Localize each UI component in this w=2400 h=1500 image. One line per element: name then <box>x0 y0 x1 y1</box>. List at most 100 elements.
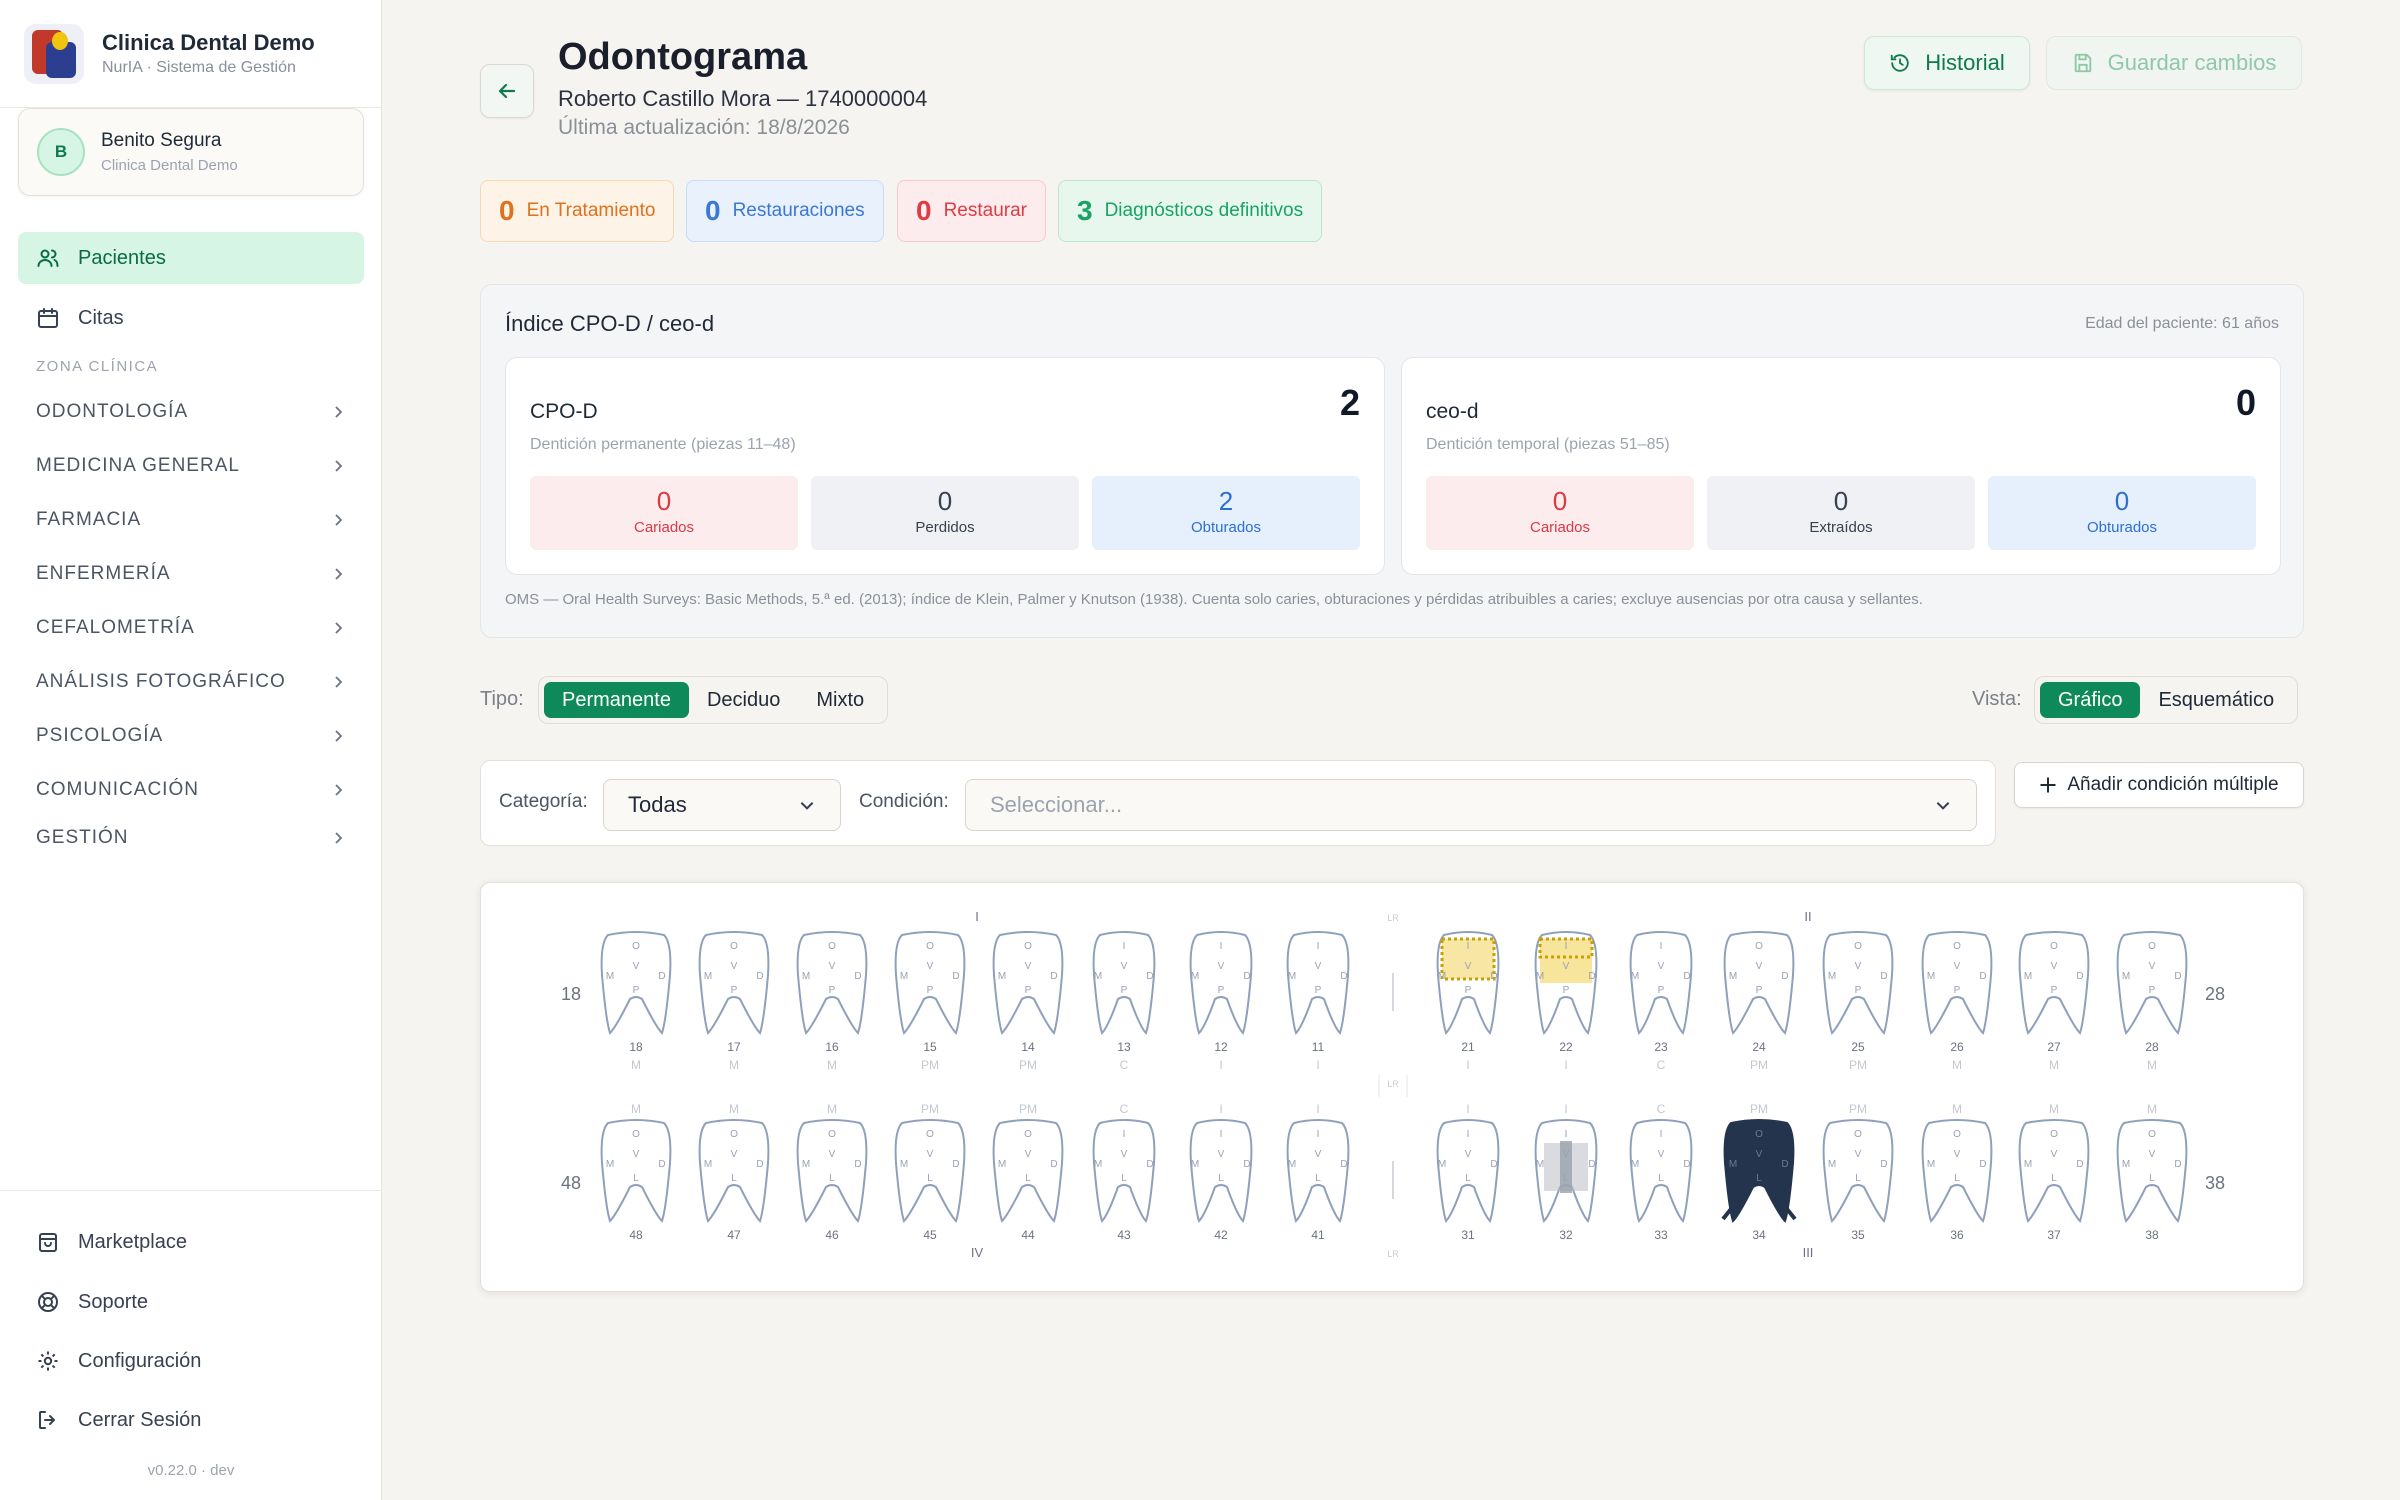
category-farmacia[interactable]: FARMACIA <box>36 500 346 540</box>
tooth-25[interactable]: OV M D P 25 PM <box>1822 931 1894 1072</box>
tooth-43[interactable]: IV M D L 43 C <box>1092 1102 1156 1242</box>
user-name: Benito Segura <box>101 130 222 151</box>
surface-label: V <box>829 1149 836 1160</box>
tooth-type: M <box>2147 1058 2157 1072</box>
surface-label: I <box>1123 941 1126 952</box>
tooth-type: C <box>1657 1102 1666 1116</box>
tooth-14[interactable]: OV M D P 14 PM <box>992 931 1064 1072</box>
surface-label: V <box>1954 961 1961 972</box>
category-gestion[interactable]: GESTIÓN <box>36 818 346 858</box>
surface-label: P <box>2051 985 2058 996</box>
tooth-33[interactable]: IV M D L 33 C <box>1629 1102 1693 1242</box>
tooth-12[interactable]: IVM DP12I <box>1189 931 1253 1072</box>
surface-label: M <box>1536 971 1544 982</box>
category-medicina-general[interactable]: MEDICINA GENERAL <box>36 446 346 486</box>
nav-item-pacientes[interactable]: Pacientes <box>18 232 364 284</box>
tooth-24[interactable]: OV M D P 24 PM <box>1723 931 1795 1072</box>
surface-label: D <box>658 971 665 982</box>
stat-obturados: 2 Obturados <box>1092 476 1360 550</box>
tooth-47[interactable]: OV M D L 47 M <box>698 1102 770 1242</box>
category-cefalometria[interactable]: CEFALOMETRÍA <box>36 608 346 648</box>
surface-label: L <box>2051 1173 2057 1184</box>
tooth-23[interactable]: IV M D P 23 C <box>1629 931 1693 1072</box>
history-button[interactable]: Historial <box>1864 36 2030 90</box>
surface-label: L <box>731 1173 737 1184</box>
tooth-type: M <box>2049 1058 2059 1072</box>
chip-restauraciones[interactable]: 0 Restauraciones <box>686 180 884 242</box>
category-select[interactable]: Todas <box>603 779 841 831</box>
tooth-number: 28 <box>2145 1040 2159 1054</box>
tooth-number: 23 <box>1654 1040 1668 1054</box>
category-label: ANÁLISIS FOTOGRÁFICO <box>36 671 286 692</box>
tooth-45[interactable]: OV M D L 45 PM <box>894 1102 966 1242</box>
nav-item-cerrar-sesion[interactable]: Cerrar Sesión <box>18 1394 364 1446</box>
user-card[interactable]: B Benito Segura Clinica Dental Demo <box>18 108 364 196</box>
back-button[interactable] <box>480 64 534 118</box>
tooth-number: 35 <box>1851 1228 1865 1242</box>
tooth-11[interactable]: IVM DP11I <box>1286 931 1350 1072</box>
brand[interactable]: Clinica Dental Demo NurIA · Sistema de G… <box>0 0 381 108</box>
nav-item-configuracion[interactable]: Configuración <box>18 1335 364 1387</box>
tooth-type: C <box>1120 1102 1129 1116</box>
tooth-38[interactable]: OV M D L 38 M <box>2116 1102 2188 1242</box>
tooth-number: 43 <box>1117 1228 1131 1242</box>
tooth-type: M <box>631 1102 641 1116</box>
chip-restaurar[interactable]: 0 Restaurar <box>897 180 1046 242</box>
category-odontologia[interactable]: ODONTOLOGÍA <box>36 392 346 432</box>
ceod-card: ceo-d Dentición temporal (piezas 51–85) … <box>1401 357 2281 575</box>
surface-label: M <box>704 971 712 982</box>
tooth-15[interactable]: OV M D P 15 PM <box>894 931 966 1072</box>
tooth-13[interactable]: IV M D P 13 C <box>1092 931 1156 1072</box>
tooth-37[interactable]: OV M D L 37 M <box>2018 1102 2090 1242</box>
category-analisis-fotografico[interactable]: ANÁLISIS FOTOGRÁFICO <box>36 662 346 702</box>
tooth-17[interactable]: OV M D P 17 M <box>698 931 770 1072</box>
type-option-permanente[interactable]: Permanente <box>544 682 689 718</box>
tooth-41[interactable]: IVM DL41I <box>1286 1102 1350 1242</box>
tooth-36[interactable]: OV M D L 36 M <box>1921 1102 1993 1242</box>
chip-diagnosticos[interactable]: 3 Diagnósticos definitivos <box>1058 180 1323 242</box>
tooth-16[interactable]: OV M D P 16 M <box>796 931 868 1072</box>
tooth-number: 32 <box>1559 1228 1573 1242</box>
save-button[interactable]: Guardar cambios <box>2046 36 2302 90</box>
tooth-35[interactable]: OV M D L 35 PM <box>1822 1102 1894 1242</box>
type-option-mixto[interactable]: Mixto <box>798 682 882 718</box>
tooth-42[interactable]: IVM DL42I <box>1189 1102 1253 1242</box>
add-multiple-condition-button[interactable]: Añadir condición múltiple <box>2014 762 2304 808</box>
tooth-46[interactable]: OV M D L 46 M <box>796 1102 868 1242</box>
surface-label: I <box>1220 941 1223 952</box>
surface-label: M <box>802 1159 810 1170</box>
type-option-deciduo[interactable]: Deciduo <box>689 682 798 718</box>
chip-en-tratamiento[interactable]: 0 En Tratamiento <box>480 180 675 242</box>
category-enfermeria[interactable]: ENFERMERÍA <box>36 554 346 594</box>
surface-label: M <box>998 971 1006 982</box>
view-option-grafico[interactable]: Gráfico <box>2040 682 2141 718</box>
tooth-22[interactable]: IVM DP22I <box>1534 931 1598 1072</box>
tooth-28[interactable]: OV M D P 28 M <box>2116 931 2188 1072</box>
tooth-26[interactable]: OV M D P 26 M <box>1921 931 1993 1072</box>
category-psicologia[interactable]: PSICOLOGÍA <box>36 716 346 756</box>
surface-label: D <box>952 1159 959 1170</box>
category-comunicacion[interactable]: COMUNICACIÓN <box>36 770 346 810</box>
tooth-34[interactable]: OV M D L 34 PM <box>1721 1102 1797 1242</box>
tooth-18[interactable]: OV M D P 18 M <box>600 931 672 1072</box>
view-option-esquematico[interactable]: Esquemático <box>2140 682 2292 718</box>
surface-label: V <box>1025 1149 1032 1160</box>
tooth-48[interactable]: OV M D L 48 M <box>600 1102 672 1242</box>
condition-select[interactable]: Seleccionar... <box>965 779 1977 831</box>
tooth-number: 41 <box>1311 1228 1325 1242</box>
tooth-21[interactable]: IVM DP21I <box>1436 931 1500 1072</box>
tooth-27[interactable]: OV M D P 27 M <box>2018 931 2090 1072</box>
tooth-32[interactable]: IVM DL32I <box>1534 1102 1598 1242</box>
surface-label: L <box>1756 1173 1762 1184</box>
tooth-31[interactable]: IVM DL31I <box>1436 1102 1500 1242</box>
nav-item-marketplace[interactable]: Marketplace <box>18 1216 364 1268</box>
surface-label: P <box>2149 985 2156 996</box>
tooth-type: I <box>1466 1102 1469 1116</box>
nav-label: Pacientes <box>78 246 166 269</box>
tooth-44[interactable]: OV M D L 44 PM <box>992 1102 1064 1242</box>
nav-item-soporte[interactable]: Soporte <box>18 1276 364 1328</box>
chip-count: 3 <box>1077 195 1093 226</box>
nav-item-citas[interactable]: Citas <box>18 292 364 344</box>
tooth-number: 34 <box>1752 1228 1766 1242</box>
surface-label: I <box>1565 941 1568 952</box>
